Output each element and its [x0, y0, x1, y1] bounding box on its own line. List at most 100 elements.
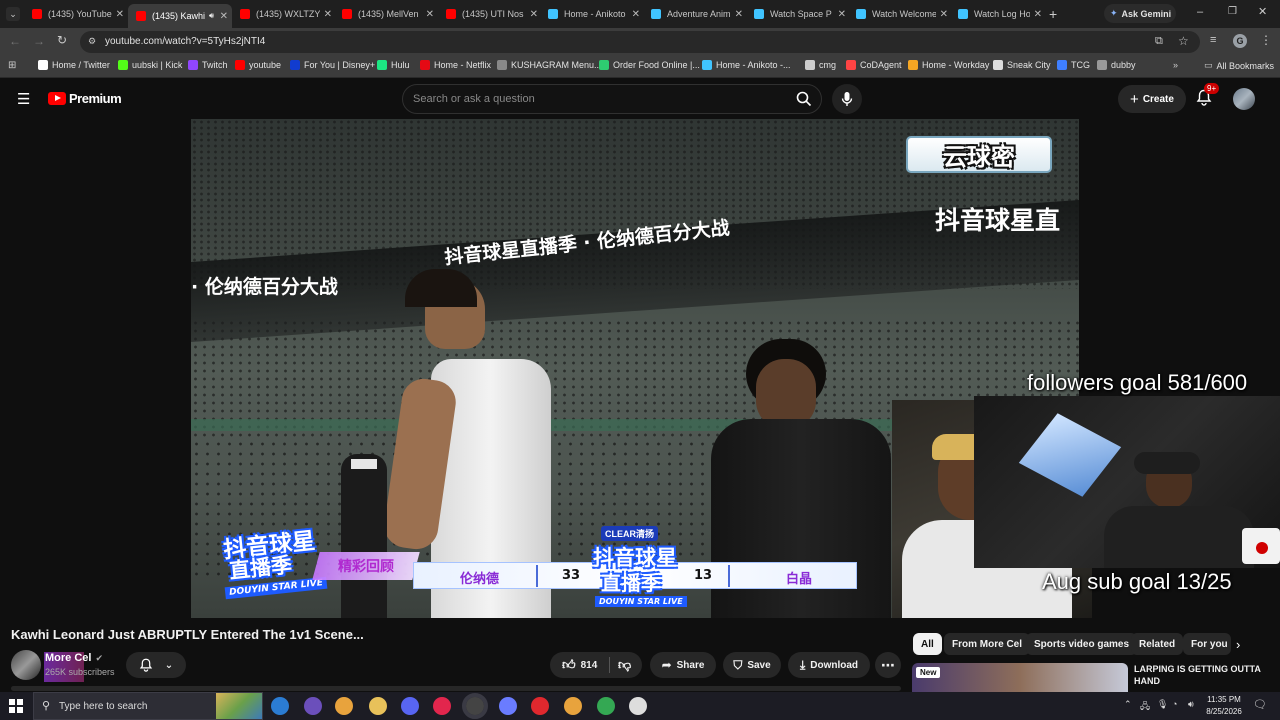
bookmark-item[interactable]: For You | Disney+ [290, 60, 375, 70]
more-bookmarks-icon[interactable]: » [1173, 60, 1178, 70]
new-tab-button[interactable]: + [1049, 6, 1057, 22]
restore-button[interactable]: ❐ [1228, 6, 1237, 17]
forward-icon[interactable]: → [33, 34, 45, 48]
tab-close-icon[interactable]: ✕ [324, 9, 332, 20]
filter-chip[interactable]: Sports video games [1026, 633, 1138, 655]
bookmark-item[interactable]: CoDAgent [846, 60, 902, 70]
chrome-icon[interactable] [335, 697, 353, 715]
mic-tray-icon[interactable]: 🎙︎ [1157, 699, 1168, 710]
browser-tab-1[interactable]: (1435) YouTube ✕ [24, 4, 128, 24]
browser-tab-6[interactable]: Home - Anikoto ✕ [540, 4, 644, 24]
file-explorer-icon[interactable] [271, 697, 289, 715]
browser-tab-5[interactable]: (1435) UTI Nos ✕ [438, 4, 542, 24]
start-button[interactable] [9, 699, 23, 713]
bookmark-item[interactable]: Home - Anikoto -... [702, 60, 791, 70]
cast-icon[interactable]: ⧉ [1155, 35, 1163, 48]
wifi-icon[interactable]: ◔ [1172, 699, 1177, 709]
channel-name[interactable]: More Cel [45, 652, 91, 664]
bookmark-item[interactable]: Home - Workday [908, 60, 989, 70]
profile-avatar[interactable]: G [1233, 34, 1247, 48]
hamburger-menu-icon[interactable]: ☰ [17, 90, 30, 108]
bookmark-item[interactable]: cmg [805, 60, 836, 70]
clock-app-icon[interactable] [629, 697, 647, 715]
search-button[interactable] [788, 85, 820, 113]
sidebar-video-thumbnail[interactable]: New [912, 663, 1128, 692]
bookmark-item[interactable]: Home / Twitter [38, 60, 110, 70]
browser-tab-8[interactable]: Watch Space P ✕ [746, 4, 850, 24]
dislike-button[interactable]: 👎︎ [618, 657, 631, 673]
user-avatar[interactable] [1233, 88, 1255, 110]
download-button[interactable]: ⤓ Download [788, 652, 870, 678]
url-text[interactable]: youtube.com/watch?v=5TyHs2jNTI4 [105, 36, 265, 47]
apps-grid-icon[interactable]: ⊞ [8, 60, 16, 71]
filter-chip[interactable]: Related [1131, 633, 1184, 655]
tab-close-icon[interactable]: ✕ [632, 9, 640, 20]
browser-tab-7[interactable]: Adventure Anim ✕ [643, 4, 747, 24]
media-player-icon[interactable] [433, 697, 451, 715]
browser-tab-9[interactable]: Watch Welcome ✕ [848, 4, 952, 24]
tab-close-icon[interactable]: ✕ [220, 11, 228, 22]
chips-next-icon[interactable]: › [1236, 637, 1240, 652]
reload-icon[interactable]: ↻ [57, 33, 67, 47]
app-icon[interactable] [499, 697, 517, 715]
chrome-alt-icon[interactable] [597, 697, 615, 715]
bookmark-star-icon[interactable]: ☆ [1178, 34, 1189, 48]
bookmark-item[interactable]: uubski | Kick [118, 60, 182, 70]
tab-close-icon[interactable]: ✕ [1034, 9, 1042, 20]
tab-close-icon[interactable]: ✕ [116, 9, 124, 20]
search-input[interactable]: Search or ask a question [402, 84, 822, 114]
browser-menu-icon[interactable]: ⋮ [1260, 33, 1272, 47]
channel-name-row[interactable]: More Cel ✔ [45, 652, 103, 664]
address-bar[interactable]: ⚙ youtube.com/watch?v=5TyHs2jNTI4 ⧉ ☆ [80, 31, 1200, 53]
bookmark-item[interactable]: TCG [1057, 60, 1090, 70]
taskbar-search-box[interactable]: ⚲ Type here to search [33, 692, 263, 720]
bookmark-item[interactable]: Sneak City [993, 60, 1051, 70]
filter-chip[interactable]: From More Cel [944, 633, 1031, 655]
sidebar-video-title[interactable]: LARPING IS GETTING OUTTA HAND [1134, 663, 1274, 687]
tab-close-icon[interactable]: ✕ [940, 9, 948, 20]
ask-gemini-button[interactable]: ✦ Ask Gemini [1104, 4, 1176, 23]
tab-close-icon[interactable]: ✕ [735, 9, 743, 20]
create-button[interactable]: + Create [1118, 85, 1186, 113]
site-info-icon[interactable]: ⚙ [88, 36, 96, 47]
tab-search-button[interactable]: ⌄ [6, 7, 20, 21]
browser-tab-10[interactable]: Watch Log Hor ✕ [950, 4, 1046, 24]
share-button[interactable]: ➦ Share [650, 652, 716, 678]
more-actions-button[interactable]: ⋯ [875, 652, 901, 678]
bookmark-item[interactable]: Twitch [188, 60, 228, 70]
tab-close-icon[interactable]: ✕ [426, 9, 434, 20]
tab-close-icon[interactable]: ✕ [530, 9, 538, 20]
all-bookmarks-folder[interactable]: ▭ All Bookmarks [1204, 60, 1274, 71]
like-button[interactable]: 👍︎ 814 [562, 657, 597, 673]
browser-tab-4[interactable]: (1435) MellVen ✕ [334, 4, 438, 24]
notifications-button[interactable]: 9+ [1196, 83, 1220, 106]
browser-tab-2[interactable]: (1435) Kawhi 🔊︎ ✕ [128, 4, 232, 28]
bookmark-item[interactable]: dubby [1097, 60, 1136, 70]
edge-icon[interactable] [304, 697, 322, 715]
window-close-button[interactable]: ✕ [1258, 5, 1267, 18]
youtube-logo[interactable]: Premium [48, 91, 122, 106]
tray-overflow-icon[interactable]: ⌃ [1124, 699, 1132, 710]
tab-audio-icon[interactable]: 🔊︎ [209, 11, 214, 21]
bookmark-item[interactable]: Home - Netflix [420, 60, 491, 70]
subscribed-bell-button[interactable]: ⌄ [126, 652, 186, 678]
obs-icon[interactable] [462, 693, 488, 719]
bookmark-item[interactable]: Order Food Online |... [599, 60, 700, 70]
bookmark-item[interactable]: youtube [235, 60, 281, 70]
folder-icon[interactable] [369, 697, 387, 715]
filter-chip[interactable]: All [913, 633, 942, 655]
discord-icon[interactable] [401, 697, 419, 715]
voice-search-button[interactable] [832, 84, 862, 114]
channel-avatar[interactable] [11, 650, 41, 680]
description-box-edge[interactable] [11, 686, 901, 691]
minimize-button[interactable]: – [1197, 6, 1203, 18]
volume-icon[interactable]: 🔊︎ [1188, 699, 1194, 710]
network-icon[interactable]: 🖧︎ [1140, 699, 1150, 715]
tab-close-icon[interactable]: ✕ [838, 9, 846, 20]
media-controls-icon[interactable]: ≡ [1210, 34, 1216, 46]
bookmark-item[interactable]: KUSHAGRAM Menu... [497, 60, 602, 70]
back-icon[interactable]: ← [9, 34, 21, 48]
bookmark-item[interactable]: Hulu [377, 60, 410, 70]
chrome-profile-icon[interactable] [564, 697, 582, 715]
notification-center-icon[interactable]: 🗨︎ [1253, 698, 1267, 711]
